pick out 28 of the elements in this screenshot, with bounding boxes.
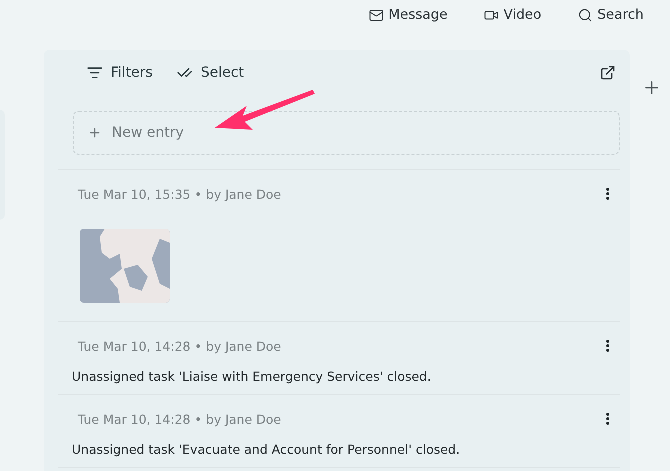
entry-text: Unassigned task 'Liaise with Emergency Services' closed. xyxy=(72,369,432,384)
select-button[interactable]: Select xyxy=(176,65,244,81)
plus-icon xyxy=(88,126,102,140)
filters-button[interactable]: Filters xyxy=(87,65,153,81)
message-button[interactable]: Message xyxy=(368,5,448,25)
more-button[interactable] xyxy=(606,188,610,200)
external-link-icon xyxy=(600,65,616,81)
entry-author: by Jane Doe xyxy=(206,338,282,354)
more-button[interactable] xyxy=(606,413,610,425)
separator-dot: • xyxy=(194,186,202,202)
entry-author: by Jane Doe xyxy=(206,186,282,202)
separator-dot: • xyxy=(194,412,202,426)
more-button[interactable] xyxy=(606,340,610,352)
video-button[interactable]: Video xyxy=(484,5,542,25)
entry-time: Tue Mar 10, 15:35 xyxy=(78,186,191,202)
entry-author: by Jane Doe xyxy=(206,412,282,426)
more-icon xyxy=(606,188,610,200)
more-icon xyxy=(606,413,610,425)
more-icon xyxy=(606,340,610,352)
mail-icon xyxy=(368,8,384,22)
open-external-button[interactable] xyxy=(600,65,616,81)
filter-icon xyxy=(87,65,103,81)
entry-text: Unassigned task 'Evacuate and Account for Personnel' closed. xyxy=(72,442,462,457)
search-button[interactable]: Search xyxy=(578,5,644,25)
separator-dot: • xyxy=(194,338,202,354)
entry-time: Tue Mar 10, 14:28 xyxy=(78,338,191,354)
search-icon xyxy=(578,8,593,22)
entry-time: Tue Mar 10, 14:28 xyxy=(78,412,191,426)
